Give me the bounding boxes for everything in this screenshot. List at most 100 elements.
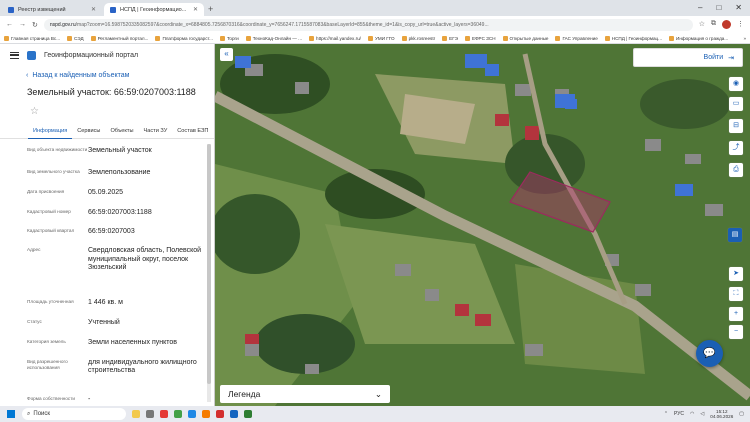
- browser-tab-bar: Реестр извещений ✕ НСПД | Геоинформацио..…: [0, 0, 750, 16]
- panel-tab-2[interactable]: Объекты: [105, 125, 138, 139]
- map-measure-icon[interactable]: ⊟: [729, 119, 743, 133]
- edge-icon[interactable]: [188, 410, 196, 418]
- map-fullscreen-icon[interactable]: ⛶: [729, 287, 743, 301]
- zoom-out-button[interactable]: −: [729, 325, 743, 339]
- excel-icon[interactable]: [244, 410, 252, 418]
- login-icon: ⇥: [728, 54, 734, 62]
- bookmark-item[interactable]: ГАС Управление: [555, 35, 598, 41]
- bookmarks-overflow-button[interactable]: »: [743, 36, 746, 41]
- panel-tab-1[interactable]: Сервисы: [72, 125, 105, 139]
- panel-tab-4[interactable]: Состав ЕЗП: [172, 125, 213, 139]
- back-icon[interactable]: ←: [6, 21, 13, 28]
- map-compass-icon[interactable]: ◉: [729, 77, 743, 91]
- close-tab-icon[interactable]: ✕: [91, 6, 96, 13]
- chevron-down-icon: ⌄: [374, 388, 382, 399]
- scrollbar-thumb[interactable]: [207, 144, 211, 384]
- attribute-row: Вид земельного участка Землепользование: [27, 169, 214, 178]
- bookmark-label: pkk.rosreestr: [408, 35, 436, 41]
- bookmark-item[interactable]: Платформа государст...: [155, 35, 213, 41]
- tray-chevron-icon[interactable]: ⌃: [664, 411, 668, 417]
- notifications-icon[interactable]: ▢: [739, 411, 744, 417]
- chrome-icon[interactable]: [174, 410, 182, 418]
- forward-icon[interactable]: →: [19, 21, 26, 28]
- bookmark-favicon-icon: [90, 35, 96, 41]
- back-to-results-link[interactable]: ‹ Назад к найденным объектам: [26, 72, 214, 79]
- favorite-star-icon[interactable]: ☆: [30, 107, 40, 117]
- legend-bar[interactable]: Легенда ⌄: [220, 385, 390, 403]
- browser-tab-nspd[interactable]: НСПД | Геоинформацио... ✕: [104, 3, 204, 16]
- word-icon[interactable]: [230, 410, 238, 418]
- search-icon: ⌕: [27, 410, 31, 417]
- address-bar-row: ← → ↻ nspd.gov.ru/map?zoom=16.5987520335…: [0, 16, 750, 33]
- search-placeholder: Поиск: [33, 411, 51, 417]
- bookmark-label: ЕФРС ЗСН: [472, 35, 496, 41]
- panel-tab-0[interactable]: Информация: [28, 125, 73, 139]
- bookmark-favicon-icon: [309, 35, 315, 41]
- map-layers-icon[interactable]: ▭: [729, 97, 743, 111]
- bookmark-item[interactable]: ЕФРС ЗСН: [465, 35, 496, 41]
- hamburger-menu-icon[interactable]: [10, 51, 19, 59]
- chat-button[interactable]: 💬: [696, 340, 723, 367]
- bookmark-item[interactable]: Открытые данные: [502, 35, 548, 41]
- bookmark-item[interactable]: Регламентный портал...: [90, 35, 148, 41]
- attribute-value: Учтенный: [88, 319, 120, 327]
- close-tab-icon[interactable]: ✕: [193, 6, 198, 13]
- widgets-icon[interactable]: [132, 410, 140, 418]
- lang-indicator[interactable]: РУС: [674, 411, 684, 417]
- map-share-icon[interactable]: ⤴: [729, 141, 743, 155]
- bookmark-item[interactable]: ЕГЭ: [442, 35, 458, 41]
- attribute-row: Статус Учтенный: [27, 319, 214, 328]
- reload-icon[interactable]: ↻: [32, 21, 38, 29]
- volume-icon[interactable]: ◁: [700, 411, 704, 417]
- bookmark-item[interactable]: Торги: [219, 35, 239, 41]
- maximize-button[interactable]: □: [716, 3, 721, 12]
- login-label: Войти: [703, 54, 724, 61]
- bookmark-favicon-icon: [245, 35, 251, 41]
- map-locate-icon[interactable]: ➤: [729, 267, 743, 281]
- bookmark-item[interactable]: Главная страница Вс...: [4, 35, 60, 41]
- new-tab-button[interactable]: +: [208, 4, 213, 14]
- bookmark-item[interactable]: СЭД: [67, 35, 84, 41]
- close-window-button[interactable]: ✕: [735, 3, 742, 12]
- attribute-label: Адрес: [27, 246, 41, 252]
- bookmark-label: НСПД | Геоинформац...: [611, 35, 663, 41]
- bookmark-item[interactable]: Информация о гражда...: [669, 35, 728, 41]
- start-button[interactable]: [0, 410, 22, 418]
- bookmark-item[interactable]: ТехноКад-Онлайн — ...: [245, 35, 302, 41]
- attribute-value: 05.09.2025: [88, 189, 124, 197]
- menu-icon[interactable]: ⋮: [737, 20, 744, 29]
- system-tray: ⌃ РУС ◠ ◁ 15:12 04.06.2026 ▢: [664, 409, 750, 420]
- task-view-icon[interactable]: [146, 410, 154, 418]
- bookmark-favicon-icon: [555, 35, 561, 41]
- clock[interactable]: 15:12 04.06.2026: [710, 409, 733, 420]
- panel-tab-3[interactable]: Части ЗУ: [139, 125, 173, 139]
- bookmark-favicon-icon: [669, 35, 675, 41]
- pdf-reader-icon[interactable]: [216, 410, 224, 418]
- satellite-map[interactable]: [215, 44, 750, 406]
- attribute-row: Площадь уточненная 1 446 кв. м: [27, 299, 214, 308]
- attribute-value: Землепользование: [88, 168, 151, 176]
- browser-tab-registry[interactable]: Реестр извещений ✕: [2, 3, 102, 16]
- taskbar-search[interactable]: ⌕ Поиск: [22, 408, 126, 420]
- bookmark-item[interactable]: pkk.rosreestr: [401, 35, 436, 41]
- collapse-panel-button[interactable]: «: [220, 48, 233, 61]
- extensions-icon[interactable]: ⧉: [711, 20, 716, 29]
- file-explorer-icon[interactable]: [202, 410, 210, 418]
- bookmark-item[interactable]: https://mail.yandex.ru/: [309, 35, 361, 41]
- map-feedback-icon[interactable]: ▤: [728, 228, 742, 242]
- windows-taskbar: ⌕ Поиск ⌃ РУС ◠ ◁ 15:12 04.06.2026 ▢: [0, 406, 750, 422]
- bookmark-item[interactable]: НСПД | Геоинформац...: [604, 35, 663, 41]
- login-button[interactable]: Войти ⇥: [633, 48, 743, 67]
- browser-toolbar-icons: ☆ ⧉ ⋮: [699, 20, 744, 29]
- bookmark-star-icon[interactable]: ☆: [699, 20, 705, 29]
- wifi-icon[interactable]: ◠: [690, 411, 694, 417]
- zoom-in-button[interactable]: +: [729, 307, 743, 321]
- favicon-icon: [8, 6, 14, 13]
- bookmark-item[interactable]: УМИ ГГО: [367, 35, 395, 41]
- profile-avatar[interactable]: [722, 20, 731, 29]
- url-field[interactable]: nspd.gov.ru/map?zoom=16.5987520335082597…: [43, 18, 693, 31]
- minimize-button[interactable]: –: [698, 3, 702, 12]
- yandex-browser-icon[interactable]: [160, 410, 168, 418]
- map-print-icon[interactable]: ⎙: [729, 163, 743, 177]
- panel-scrollbar[interactable]: [207, 144, 211, 402]
